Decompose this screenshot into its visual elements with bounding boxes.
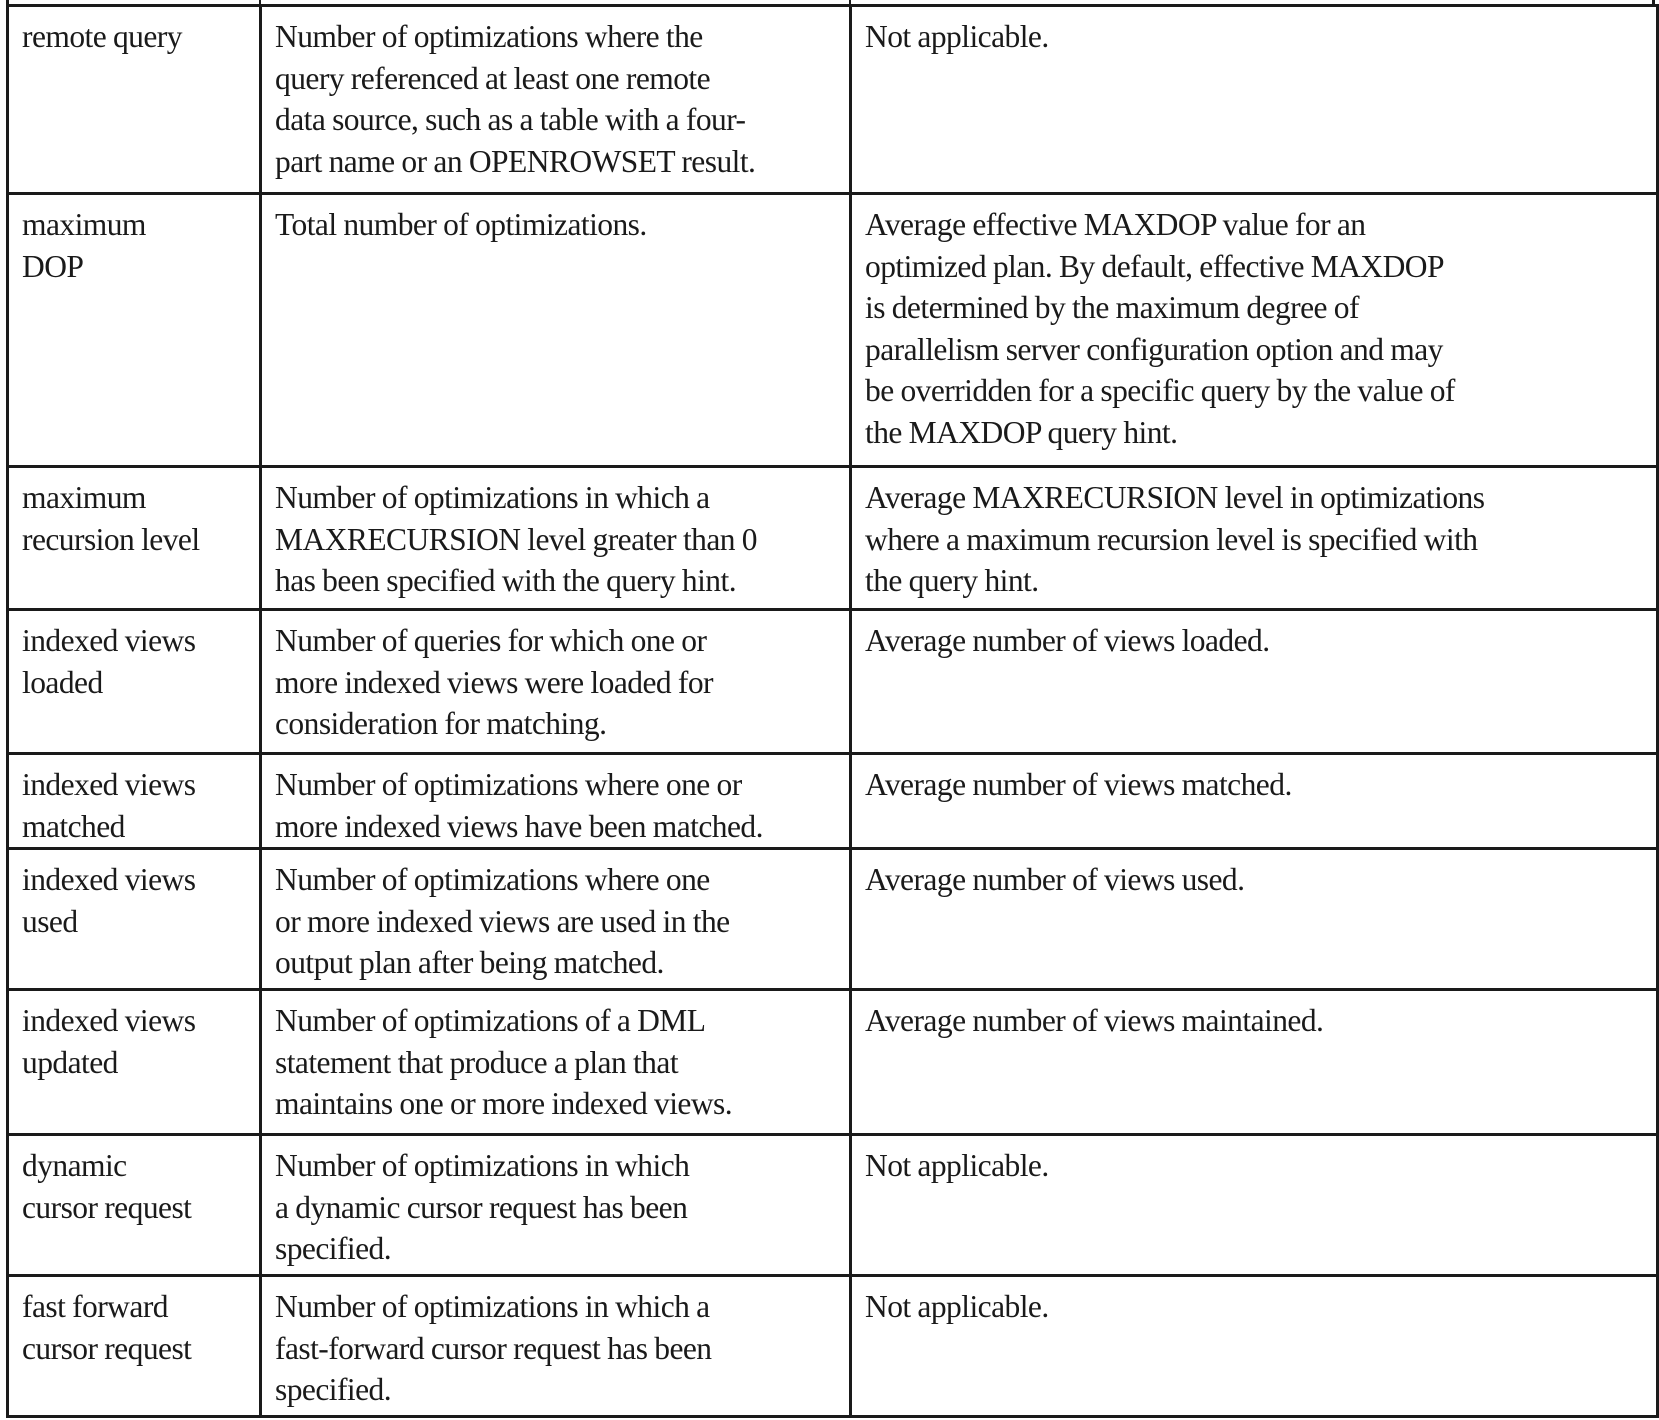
cell-text: more indexed views were loaded for xyxy=(275,664,714,700)
cell-text: remote query xyxy=(22,19,183,54)
cell-text: Total number of optimizations. xyxy=(275,207,647,242)
cell-text: Number of optimizations in which a xyxy=(275,480,710,515)
occurrence-cell: Number of optimizations where one or mor… xyxy=(259,847,852,992)
table-row: dynamic cursor request Number of optimiz… xyxy=(6,1133,1659,1278)
value-cell: Average number of views loaded. xyxy=(849,608,1659,755)
table-row: indexed views updated Number of optimiza… xyxy=(6,988,1659,1137)
cell-text: parallelism server configuration option … xyxy=(865,331,1443,367)
cell-text: Average effective MAXDOP value for an xyxy=(865,207,1366,242)
cell-text: fast forward xyxy=(22,1289,169,1325)
cell-text: Average number of views matched. xyxy=(865,767,1292,802)
cell-text: is determined by the maximum degree of xyxy=(865,290,1360,326)
cell-text: query referenced at least one remote xyxy=(275,60,711,96)
cell-text: the query hint. xyxy=(865,563,1039,599)
cell-text: matched xyxy=(22,808,125,844)
cell-text: statement that produce a plan that xyxy=(275,1044,679,1080)
table-row: indexed views used Number of optimizatio… xyxy=(6,847,1659,992)
cell-text: consideration for matching. xyxy=(275,706,607,742)
cell-text: indexed views xyxy=(22,767,196,802)
cell-text: DOP xyxy=(22,248,84,284)
cell-text: a dynamic cursor request has been xyxy=(275,1189,688,1225)
cell-text: indexed views xyxy=(22,623,196,658)
table-row: fast forward cursor request Number of op… xyxy=(6,1274,1659,1419)
cell-text: output plan after being matched. xyxy=(275,945,664,981)
cell-text: has been specified with the query hint. xyxy=(275,563,737,599)
occurrence-cell: Number of optimizations in which a dynam… xyxy=(259,1133,852,1278)
counter-cell: indexed views loaded xyxy=(6,608,262,755)
cell-text: specified. xyxy=(275,1231,392,1267)
cell-text: Not applicable. xyxy=(865,1148,1049,1184)
occurrence-cell: Number of optimizations where one or mor… xyxy=(259,751,852,851)
cell-text: Number of optimizations in which a xyxy=(275,1289,710,1325)
counter-cell: indexed views used xyxy=(6,847,262,992)
occurrence-cell: Total number of optimizations. xyxy=(259,192,852,468)
cell-text: Average number of views loaded. xyxy=(865,623,1270,658)
cell-text: MAXRECURSION level greater than 0 xyxy=(275,521,758,557)
cell-text: Number of queries for which one or xyxy=(275,623,707,658)
value-cell: Average number of views used. xyxy=(849,847,1659,992)
occurrence-cell: Number of optimizations in which a MAXRE… xyxy=(259,465,852,611)
occurrence-cell: Number of optimizations of a DML stateme… xyxy=(259,988,852,1137)
cell-text: part name or an OPENROWSET result. xyxy=(275,143,756,179)
cell-text: the MAXDOP query hint. xyxy=(865,414,1178,450)
cell-text: cursor request xyxy=(22,1330,192,1366)
cell-text: be overridden for a specific query by th… xyxy=(865,373,1455,409)
counter-cell: fast forward cursor request xyxy=(6,1274,262,1419)
cell-text: recursion level xyxy=(22,521,200,557)
value-cell: Average effective MAXDOP value for an op… xyxy=(849,192,1659,468)
counter-cell: remote query xyxy=(6,4,262,195)
cell-text: more indexed views have been matched. xyxy=(275,808,764,844)
cell-text: fast-forward cursor request has been xyxy=(275,1330,712,1366)
cell-text: Number of optimizations where one xyxy=(275,862,710,898)
cell-text: Number of optimizations where the xyxy=(275,19,703,54)
cell-text: maximum xyxy=(22,480,146,515)
occurrence-cell: Number of queries for which one or more … xyxy=(259,608,852,755)
cell-text: Number of optimizations of a DML xyxy=(275,1003,706,1039)
value-cell: Average number of views matched. xyxy=(849,751,1659,851)
cell-text: Not applicable. xyxy=(865,19,1049,54)
cell-text: Number of optimizations in which xyxy=(275,1148,690,1184)
cell-text: loaded xyxy=(22,664,103,700)
cell-text: maximum xyxy=(22,207,146,242)
cell-text: Average number of views maintained. xyxy=(865,1003,1324,1039)
cell-text: dynamic xyxy=(22,1148,127,1184)
cell-text: Not applicable. xyxy=(865,1289,1049,1325)
table-row: maximum DOP Total number of optimization… xyxy=(6,192,1659,468)
value-cell: Not applicable. xyxy=(849,1133,1659,1278)
table-row: indexed views matched Number of optimiza… xyxy=(6,751,1659,851)
counter-cell: maximum recursion level xyxy=(6,465,262,611)
table-row: maximum recursion level Number of optimi… xyxy=(6,465,1659,611)
table-row: remote query Number of optimizations whe… xyxy=(6,4,1659,195)
optimizer-counters-table: remote query Number of optimizations whe… xyxy=(6,4,1659,1419)
table-body: remote query Number of optimizations whe… xyxy=(6,4,1659,1419)
cell-text: updated xyxy=(22,1044,118,1080)
cell-text: used xyxy=(22,903,78,939)
value-cell: Not applicable. xyxy=(849,1274,1659,1419)
cell-text: Average number of views used. xyxy=(865,862,1245,898)
cell-text: or more indexed views are used in the xyxy=(275,903,730,939)
value-cell: Not applicable. xyxy=(849,4,1659,195)
occurrence-cell: Number of optimizations where the query … xyxy=(259,4,852,195)
cell-text: Number of optimizations where one or xyxy=(275,767,742,802)
counter-cell: indexed views matched xyxy=(6,751,262,851)
cell-text: optimized plan. By default, effective MA… xyxy=(865,248,1445,284)
counter-cell: maximum DOP xyxy=(6,192,262,468)
cell-text: data source, such as a table with a four… xyxy=(275,102,746,138)
value-cell: Average number of views maintained. xyxy=(849,988,1659,1137)
cell-text: indexed views xyxy=(22,1003,196,1039)
cell-text: specified. xyxy=(275,1372,392,1408)
cell-text: Average MAXRECURSION level in optimizati… xyxy=(865,480,1485,515)
cell-text: maintains one or more indexed views. xyxy=(275,1086,733,1122)
cell-text: indexed views xyxy=(22,862,196,898)
document-page: remote query Number of optimizations whe… xyxy=(0,0,1659,1420)
cell-text: cursor request xyxy=(22,1189,192,1225)
occurrence-cell: Number of optimizations in which a fast-… xyxy=(259,1274,852,1419)
table-row: indexed views loaded Number of queries f… xyxy=(6,608,1659,755)
counter-cell: indexed views updated xyxy=(6,988,262,1137)
value-cell: Average MAXRECURSION level in optimizati… xyxy=(849,465,1659,611)
cell-text: where a maximum recursion level is speci… xyxy=(865,521,1478,557)
counter-cell: dynamic cursor request xyxy=(6,1133,262,1278)
